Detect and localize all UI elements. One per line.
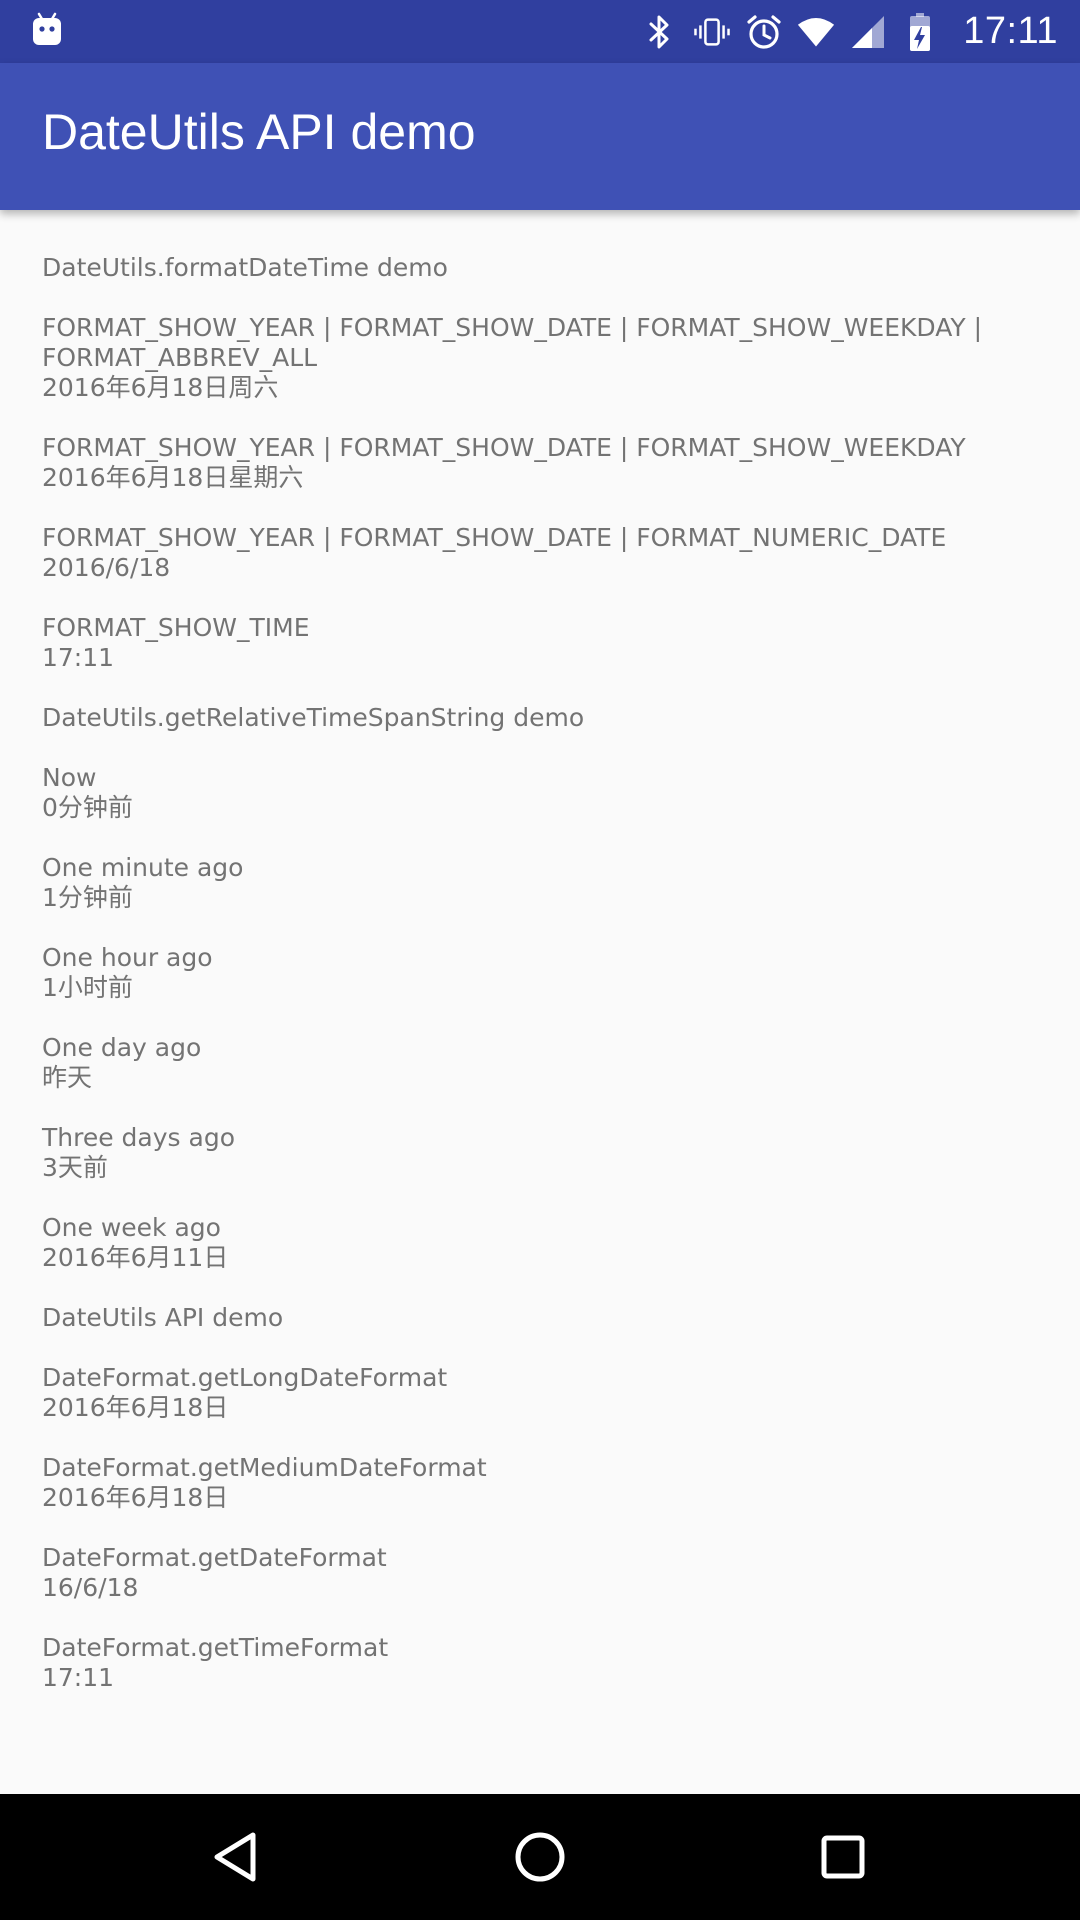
item-value: 2016年6月18日 <box>42 1483 229 1512</box>
item-value: 17:11 <box>42 643 115 672</box>
item-label: FORMAT_SHOW_YEAR | FORMAT_SHOW_DATE | FO… <box>42 523 947 552</box>
list-item: One week ago 2016年6月11日 <box>42 1213 1042 1273</box>
item-value: 1小时前 <box>42 973 133 1002</box>
item-value: 17:11 <box>42 1663 115 1692</box>
home-icon[interactable] <box>505 1822 575 1892</box>
item-value: 16/6/18 <box>42 1573 139 1602</box>
list-item: One minute ago 1分钟前 <box>42 853 1042 913</box>
item-label: Three days ago <box>42 1123 235 1152</box>
item-label: FORMAT_SHOW_YEAR | FORMAT_SHOW_DATE | FO… <box>42 433 966 462</box>
wifi-icon <box>797 13 835 51</box>
list-item: One hour ago 1小时前 <box>42 943 1042 1003</box>
item-value: 1分钟前 <box>42 883 133 912</box>
list-item: DateFormat.getDateFormat 16/6/18 <box>42 1543 1042 1603</box>
item-value: 2016/6/18 <box>42 553 171 582</box>
item-value: 0分钟前 <box>42 793 133 822</box>
item-label: One week ago <box>42 1213 221 1242</box>
demo-list: DateUtils.formatDateTime demo FORMAT_SHOW… <box>42 253 1042 1723</box>
item-label: DateFormat.getDateFormat <box>42 1543 387 1572</box>
item-label: DateFormat.getTimeFormat <box>42 1633 389 1662</box>
list-item: DateUtils.getRelativeTimeSpanString demo <box>42 703 1042 733</box>
item-value: FORMAT_ABBREV_ALL <box>42 343 318 372</box>
item-value: 3天前 <box>42 1153 108 1182</box>
list-item: Three days ago 3天前 <box>42 1123 1042 1183</box>
item-label: FORMAT_SHOW_TIME <box>42 613 310 642</box>
item-label: DateFormat.getLongDateFormat <box>42 1363 448 1392</box>
bluetooth-icon <box>641 13 679 51</box>
cell-signal-icon <box>849 13 887 51</box>
recents-icon[interactable] <box>808 1822 878 1892</box>
item-label: One minute ago <box>42 853 244 882</box>
alarm-icon <box>745 13 783 51</box>
item-value: 2016年6月18日 <box>42 1393 229 1422</box>
app-title: DateUtils API demo <box>42 104 476 160</box>
list-item: One day ago 昨天 <box>42 1033 1042 1093</box>
item-label: One day ago <box>42 1033 202 1062</box>
list-item: FORMAT_SHOW_YEAR | FORMAT_SHOW_DATE | FO… <box>42 523 1042 583</box>
list-item: DateUtils API demo <box>42 1303 1042 1333</box>
list-item: DateFormat.getTimeFormat 17:11 <box>42 1633 1042 1693</box>
vibrate-icon <box>693 13 731 51</box>
list-item: DateUtils.formatDateTime demo <box>42 253 1042 283</box>
list-item: DateFormat.getLongDateFormat 2016年6月18日 <box>42 1363 1042 1423</box>
item-label: DateUtils.formatDateTime demo <box>42 253 448 282</box>
navigation-bar <box>0 1794 1080 1920</box>
app-bar: DateUtils API demo <box>0 63 1080 210</box>
item-label: DateUtils API demo <box>42 1303 284 1332</box>
item-label: DateUtils.getRelativeTimeSpanString demo <box>42 703 585 732</box>
item-label: One hour ago <box>42 943 213 972</box>
list-item: Now 0分钟前 <box>42 763 1042 823</box>
item-value: 昨天 <box>42 1063 93 1092</box>
battery-charging-icon <box>901 12 939 51</box>
status-icons: 17:11 <box>641 0 1058 63</box>
item-value: 2016年6月18日周六 <box>42 373 279 402</box>
back-icon[interactable] <box>200 1822 270 1892</box>
list-item: DateFormat.getMediumDateFormat 2016年6月18日 <box>42 1453 1042 1513</box>
status-time: 17:11 <box>963 10 1058 52</box>
item-label: FORMAT_SHOW_YEAR | FORMAT_SHOW_DATE | FO… <box>42 313 983 342</box>
list-item: FORMAT_SHOW_YEAR | FORMAT_SHOW_DATE | FO… <box>42 433 1042 493</box>
list-item: FORMAT_SHOW_YEAR | FORMAT_SHOW_DATE | FO… <box>42 313 1042 403</box>
item-label: Now <box>42 763 97 792</box>
item-label: DateFormat.getMediumDateFormat <box>42 1453 487 1482</box>
list-item: FORMAT_SHOW_TIME 17:11 <box>42 613 1042 673</box>
item-value: 2016年6月11日 <box>42 1243 229 1272</box>
item-value: 2016年6月18日星期六 <box>42 463 304 492</box>
status-bar: 17:11 <box>0 0 1080 63</box>
android-notification-icon <box>32 12 62 46</box>
